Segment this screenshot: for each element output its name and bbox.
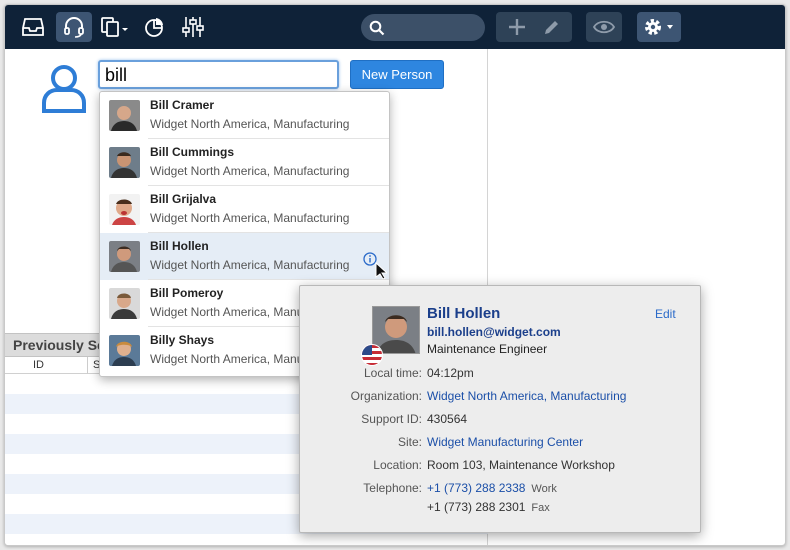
telephone-label: Telephone:	[363, 481, 422, 495]
location-label: Location:	[373, 458, 422, 472]
copy-dropdown-icon	[101, 17, 128, 37]
result-name: Bill Cummings	[150, 145, 235, 159]
telephone-fax-row: +1 (773) 288 2301 Fax	[427, 500, 550, 514]
site-link[interactable]: Widget Manufacturing Center	[427, 435, 583, 449]
avatar	[109, 147, 140, 178]
local-time-value: 04:12pm	[427, 366, 474, 380]
view-button[interactable]	[586, 12, 622, 42]
telephone-work-row: +1 (773) 288 2338 Work	[427, 481, 557, 495]
result-org: Widget North America, Manufacturing	[150, 258, 350, 272]
card-job-title: Maintenance Engineer	[427, 342, 548, 356]
inbox-button[interactable]	[17, 12, 49, 42]
pie-chart-icon	[145, 18, 163, 37]
result-name: Bill Cramer	[150, 98, 215, 112]
toolbar	[5, 5, 785, 49]
mouse-cursor-icon	[375, 262, 387, 280]
site-label: Site:	[397, 435, 422, 449]
card-person-name: Bill Hollen	[427, 305, 501, 322]
plus-icon[interactable]	[507, 17, 527, 37]
add-edit-group	[496, 12, 572, 42]
person-search-input[interactable]: bill	[98, 60, 339, 89]
settings-sliders-button[interactable]	[178, 12, 208, 42]
result-name: Bill Pomeroy	[150, 286, 224, 300]
reports-button[interactable]	[139, 12, 169, 42]
person-detail-popover: Bill Hollen bill.hollen@widget.com Maint…	[299, 285, 701, 533]
organization-link[interactable]: Widget North America, Manufacturing	[427, 389, 626, 403]
edit-link[interactable]: Edit	[655, 307, 676, 321]
location-value: Room 103, Maintenance Workshop	[427, 458, 615, 472]
result-item[interactable]: Bill Cramer Widget North America, Manufa…	[100, 92, 389, 139]
avatar	[109, 335, 140, 366]
result-item[interactable]: Bill Grijalva Widget North America, Manu…	[100, 186, 389, 233]
pencil-icon[interactable]	[543, 18, 561, 36]
gear-menu-button[interactable]	[637, 12, 681, 42]
result-name: Bill Hollen	[150, 239, 209, 253]
new-person-button[interactable]: New Person	[350, 60, 444, 89]
telephone-fax-label: Fax	[531, 502, 550, 514]
gear-dropdown-icon	[645, 19, 673, 35]
us-flag-icon	[361, 344, 383, 366]
app-window: bill New Person Previously Se ID S Bill …	[4, 4, 786, 546]
column-id[interactable]: ID	[33, 359, 44, 371]
person-icon	[42, 65, 86, 113]
result-org: Widget North America, Manufacturing	[150, 117, 350, 131]
support-button[interactable]	[56, 12, 92, 42]
headset-icon	[64, 17, 84, 38]
result-name: Bill Grijalva	[150, 192, 217, 206]
avatar	[109, 194, 140, 225]
search-icon	[369, 20, 385, 36]
telephone-fax-value: +1 (773) 288 2301	[427, 500, 526, 514]
sliders-icon	[182, 17, 204, 37]
result-org: Widget North America, Manufacturing	[150, 211, 350, 225]
avatar	[109, 100, 140, 131]
avatar	[109, 288, 140, 319]
support-id-value: 430564	[427, 412, 468, 426]
result-name: Billy Shays	[150, 333, 215, 347]
toolbar-search-input[interactable]	[361, 14, 485, 41]
telephone-work-label: Work	[531, 483, 557, 495]
result-item[interactable]: Bill Hollen Widget North America, Manufa…	[100, 233, 389, 280]
avatar	[109, 241, 140, 272]
card-email-link[interactable]: bill.hollen@widget.com	[427, 325, 561, 339]
inbox-icon	[22, 18, 44, 36]
copy-menu-button[interactable]	[97, 12, 133, 42]
organization-label: Organization:	[350, 389, 422, 403]
telephone-work-link[interactable]: +1 (773) 288 2338	[427, 481, 525, 495]
result-org: Widget North America, Manufacturing	[150, 164, 350, 178]
result-item[interactable]: Bill Cummings Widget North America, Manu…	[100, 139, 389, 186]
local-time-label: Local time:	[363, 366, 422, 380]
support-id-label: Support ID:	[361, 412, 422, 426]
eye-icon	[593, 20, 615, 34]
